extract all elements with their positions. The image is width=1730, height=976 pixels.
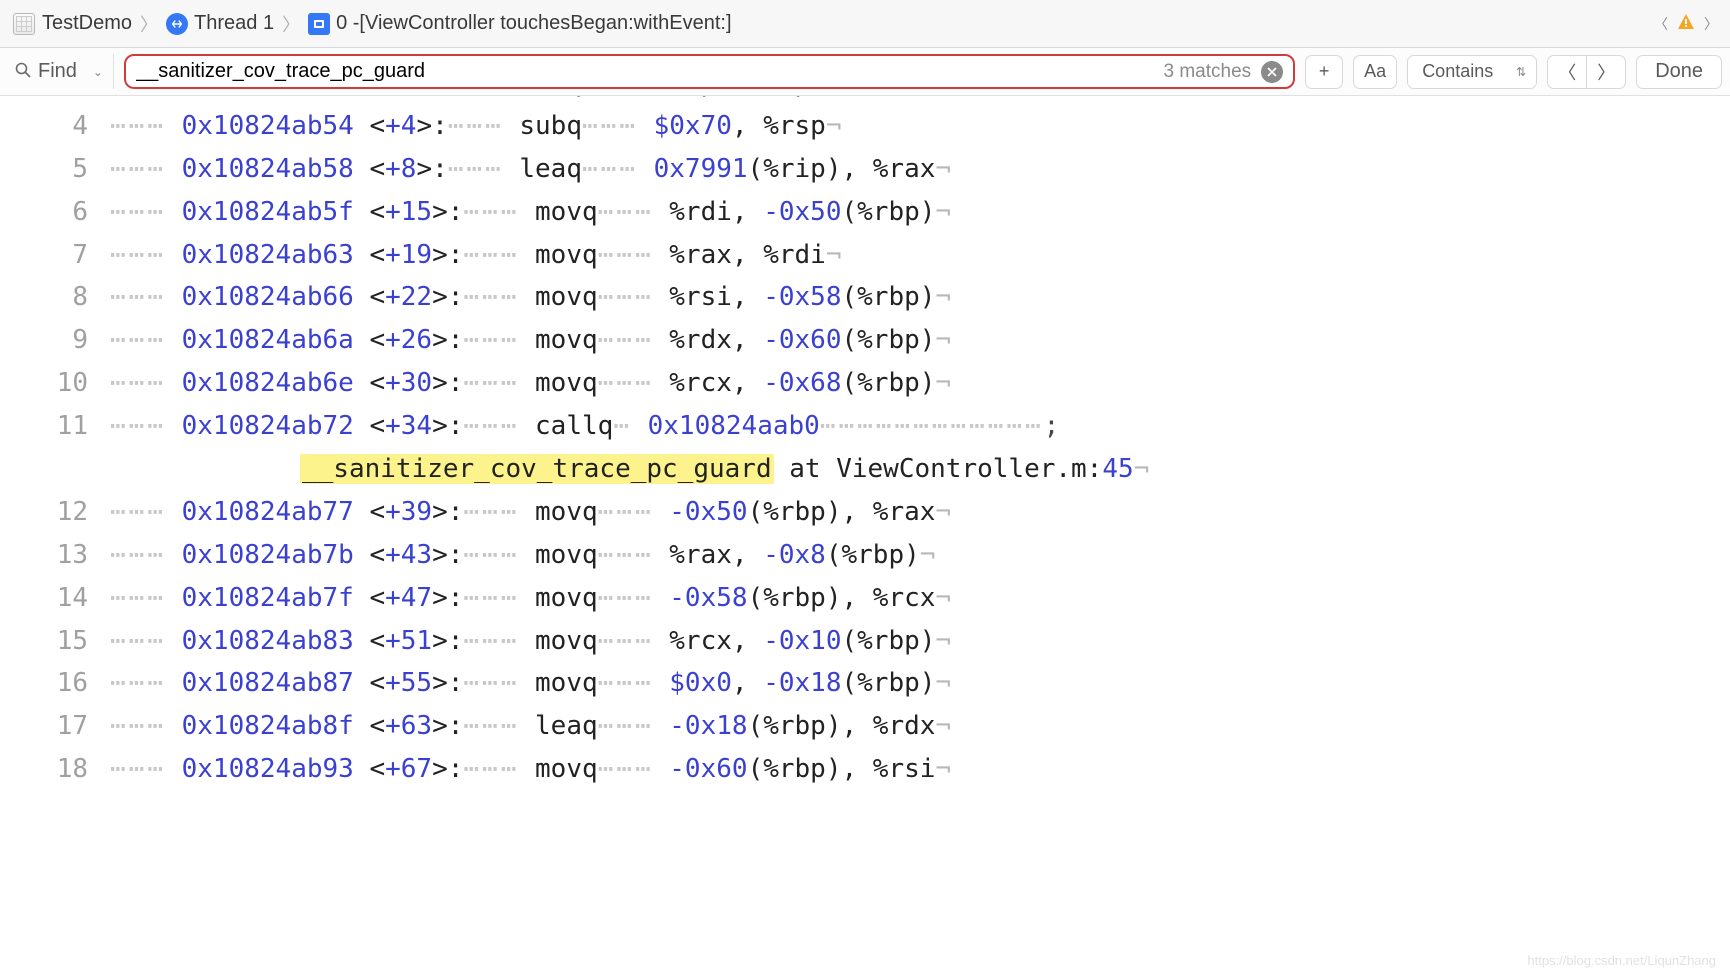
- frame-icon[interactable]: [308, 13, 330, 35]
- code-line[interactable]: 15⋯⋯⋯ 0x10824ab83 <+51>:⋯⋯⋯ movq⋯⋯⋯ %rcx…: [0, 620, 1730, 663]
- breadcrumb-bar: TestDemo 〉 Thread 1 〉 0 -[ViewController…: [0, 0, 1730, 48]
- code-line[interactable]: 13⋯⋯⋯ 0x10824ab7b <+43>:⋯⋯⋯ movq⋯⋯⋯ %rax…: [0, 534, 1730, 577]
- breadcrumb-frame[interactable]: 0 -[ViewController touchesBegan:withEven…: [336, 12, 731, 35]
- line-number: 9: [0, 319, 110, 362]
- code-body: ⋯⋯⋯ 0x10824ab77 <+39>:⋯⋯⋯ movq⋯⋯⋯ -0x50(…: [110, 491, 1730, 534]
- code-body: ⋯⋯⋯ 0x10824ab8f <+63>:⋯⋯⋯ leaq⋯⋯⋯ -0x18(…: [110, 705, 1730, 748]
- line-number: 18: [0, 748, 110, 791]
- line-number: 6: [0, 191, 110, 234]
- code-line[interactable]: 4⋯⋯⋯ 0x10824ab54 <+4>:⋯⋯⋯ subq⋯⋯⋯ $0x70,…: [0, 105, 1730, 148]
- line-number: 5: [0, 148, 110, 191]
- line-number: 8: [0, 276, 110, 319]
- line-number: 16: [0, 662, 110, 705]
- code-line[interactable]: 11⋯⋯⋯ 0x10824ab72 <+34>:⋯⋯⋯ callq⋯ 0x108…: [0, 405, 1730, 448]
- code-body: ⋯⋯⋯ 0x10824ab7b <+43>:⋯⋯⋯ movq⋯⋯⋯ %rax, …: [110, 534, 1730, 577]
- plus-icon: +: [1319, 61, 1330, 82]
- code-body: ⋯⋯⋯ 0x10824ab63 <+19>:⋯⋯⋯ movq⋯⋯⋯ %rax, …: [110, 234, 1730, 277]
- match-mode-button[interactable]: Contains ⇅: [1407, 55, 1537, 89]
- updown-icon: ⇅: [1516, 65, 1526, 79]
- match-mode-label: Contains: [1422, 61, 1493, 82]
- code-body: ⋯⋯⋯ 0x10824ab5f <+15>:⋯⋯⋯ movq⋯⋯⋯ %rdi, …: [110, 191, 1730, 234]
- line-number: 4: [0, 105, 110, 148]
- chevron-left-icon[interactable]: 〈: [1654, 14, 1668, 34]
- search-icon: [14, 61, 32, 82]
- code-line[interactable]: 8⋯⋯⋯ 0x10824ab66 <+22>:⋯⋯⋯ movq⋯⋯⋯ %rsi,…: [0, 276, 1730, 319]
- warning-icon[interactable]: [1676, 12, 1696, 35]
- code-line[interactable]: 7⋯⋯⋯ 0x10824ab63 <+19>:⋯⋯⋯ movq⋯⋯⋯ %rax,…: [0, 234, 1730, 277]
- line-number: 11: [0, 405, 110, 448]
- code-body: ⋯⋯⋯ 0x10824ab83 <+51>:⋯⋯⋯ movq⋯⋯⋯ %rcx, …: [110, 620, 1730, 663]
- code-line[interactable]: 18⋯⋯⋯ 0x10824ab93 <+67>:⋯⋯⋯ movq⋯⋯⋯ -0x6…: [0, 748, 1730, 791]
- code-body: ⋯⋯⋯ 0x10824ab72 <+34>:⋯⋯⋯ callq⋯ 0x10824…: [110, 405, 1730, 448]
- thread-icon[interactable]: [166, 13, 188, 35]
- find-label: Find: [38, 60, 77, 83]
- breadcrumb-path: TestDemo 〉 Thread 1 〉 0 -[ViewController…: [12, 11, 732, 37]
- clear-search-button[interactable]: [1261, 61, 1283, 83]
- chevron-right-icon[interactable]: 〉: [1704, 14, 1718, 34]
- case-sensitive-button[interactable]: Aa: [1353, 55, 1397, 89]
- find-bar: Find ⌄ 3 matches + Aa Contains ⇅ 〈 〉 Don…: [0, 48, 1730, 96]
- line-number: 7: [0, 234, 110, 277]
- done-label: Done: [1655, 60, 1703, 83]
- find-prev-button[interactable]: 〈: [1547, 55, 1586, 89]
- line-number: 12: [0, 491, 110, 534]
- code-line[interactable]: 17⋯⋯⋯ 0x10824ab8f <+63>:⋯⋯⋯ leaq⋯⋯⋯ -0x1…: [0, 705, 1730, 748]
- code-line[interactable]: 10⋯⋯⋯ 0x10824ab6e <+30>:⋯⋯⋯ movq⋯⋯⋯ %rcx…: [0, 362, 1730, 405]
- code-body: ⋯⋯⋯ 0x10824ab7f <+47>:⋯⋯⋯ movq⋯⋯⋯ -0x58(…: [110, 577, 1730, 620]
- search-input[interactable]: [126, 60, 1164, 83]
- breadcrumb-right: 〈 〉: [1654, 12, 1718, 35]
- code-body: ⋯⋯⋯ 0x10824ab6a <+26>:⋯⋯⋯ movq⋯⋯⋯ %rdx, …: [110, 319, 1730, 362]
- find-nav-pair: 〈 〉: [1547, 55, 1626, 89]
- line-number: 15: [0, 620, 110, 663]
- watermark: https://blog.csdn.net/LiqunZhang: [1527, 953, 1716, 968]
- code-line[interactable]: 9⋯⋯⋯ 0x10824ab6a <+26>:⋯⋯⋯ movq⋯⋯⋯ %rdx,…: [0, 319, 1730, 362]
- case-label: Aa: [1364, 61, 1386, 82]
- line-number: 13: [0, 534, 110, 577]
- chevron-left-icon: 〈: [1558, 59, 1576, 85]
- code-line[interactable]: 5⋯⋯⋯ 0x10824ab58 <+8>:⋯⋯⋯ leaq⋯⋯⋯ 0x7991…: [0, 148, 1730, 191]
- code-line-continuation[interactable]: __sanitizer_cov_trace_pc_guard at ViewCo…: [0, 448, 1730, 491]
- line-number: 3: [0, 96, 110, 105]
- code-line[interactable]: 6⋯⋯⋯ 0x10824ab5f <+15>:⋯⋯⋯ movq⋯⋯⋯ %rdi,…: [0, 191, 1730, 234]
- chevron-right-icon: 〉: [140, 11, 158, 37]
- line-number: 17: [0, 705, 110, 748]
- code-line[interactable]: 14⋯⋯⋯ 0x10824ab7f <+47>:⋯⋯⋯ movq⋯⋯⋯ -0x5…: [0, 577, 1730, 620]
- search-highlight: __sanitizer_cov_trace_pc_guard: [300, 454, 774, 484]
- breadcrumb-thread[interactable]: Thread 1: [194, 12, 274, 35]
- code-body: ⋯⋯⋯ 0x10824ab93 <+67>:⋯⋯⋯ movq⋯⋯⋯ -0x60(…: [110, 748, 1730, 791]
- code-line[interactable]: 3⋯⋯⋯ 0x10824ab51 <+1>:⋯⋯⋯ movq⋯⋯⋯ %rbp, …: [0, 96, 1730, 105]
- find-mode-selector[interactable]: Find ⌄: [8, 54, 114, 89]
- code-body: ⋯⋯⋯ 0x10824ab51 <+1>:⋯⋯⋯ movq⋯⋯⋯ %rbp, %…: [110, 96, 1730, 105]
- code-line[interactable]: 16⋯⋯⋯ 0x10824ab87 <+55>:⋯⋯⋯ movq⋯⋯⋯ $0x0…: [0, 662, 1730, 705]
- code-body: ⋯⋯⋯ 0x10824ab66 <+22>:⋯⋯⋯ movq⋯⋯⋯ %rsi, …: [110, 276, 1730, 319]
- breadcrumb-app[interactable]: TestDemo: [42, 12, 132, 35]
- app-icon[interactable]: [12, 12, 36, 36]
- match-count: 3 matches: [1164, 61, 1252, 83]
- line-number: 10: [0, 362, 110, 405]
- chevron-down-icon: ⌄: [93, 65, 103, 79]
- find-next-button[interactable]: 〉: [1586, 55, 1626, 89]
- code-body: ⋯⋯⋯ 0x10824ab6e <+30>:⋯⋯⋯ movq⋯⋯⋯ %rcx, …: [110, 362, 1730, 405]
- disassembly-view[interactable]: 3⋯⋯⋯ 0x10824ab51 <+1>:⋯⋯⋯ movq⋯⋯⋯ %rbp, …: [0, 96, 1730, 976]
- add-button[interactable]: +: [1305, 55, 1343, 89]
- code-body: ⋯⋯⋯ 0x10824ab54 <+4>:⋯⋯⋯ subq⋯⋯⋯ $0x70, …: [110, 105, 1730, 148]
- code-line[interactable]: 12⋯⋯⋯ 0x10824ab77 <+39>:⋯⋯⋯ movq⋯⋯⋯ -0x5…: [0, 491, 1730, 534]
- line-number: 14: [0, 577, 110, 620]
- chevron-right-icon: 〉: [282, 11, 300, 37]
- code-body: ⋯⋯⋯ 0x10824ab87 <+55>:⋯⋯⋯ movq⋯⋯⋯ $0x0, …: [110, 662, 1730, 705]
- done-button[interactable]: Done: [1636, 55, 1722, 89]
- code-body: ⋯⋯⋯ 0x10824ab58 <+8>:⋯⋯⋯ leaq⋯⋯⋯ 0x7991(…: [110, 148, 1730, 191]
- search-container: 3 matches: [124, 54, 1295, 89]
- chevron-right-icon: 〉: [1597, 59, 1615, 85]
